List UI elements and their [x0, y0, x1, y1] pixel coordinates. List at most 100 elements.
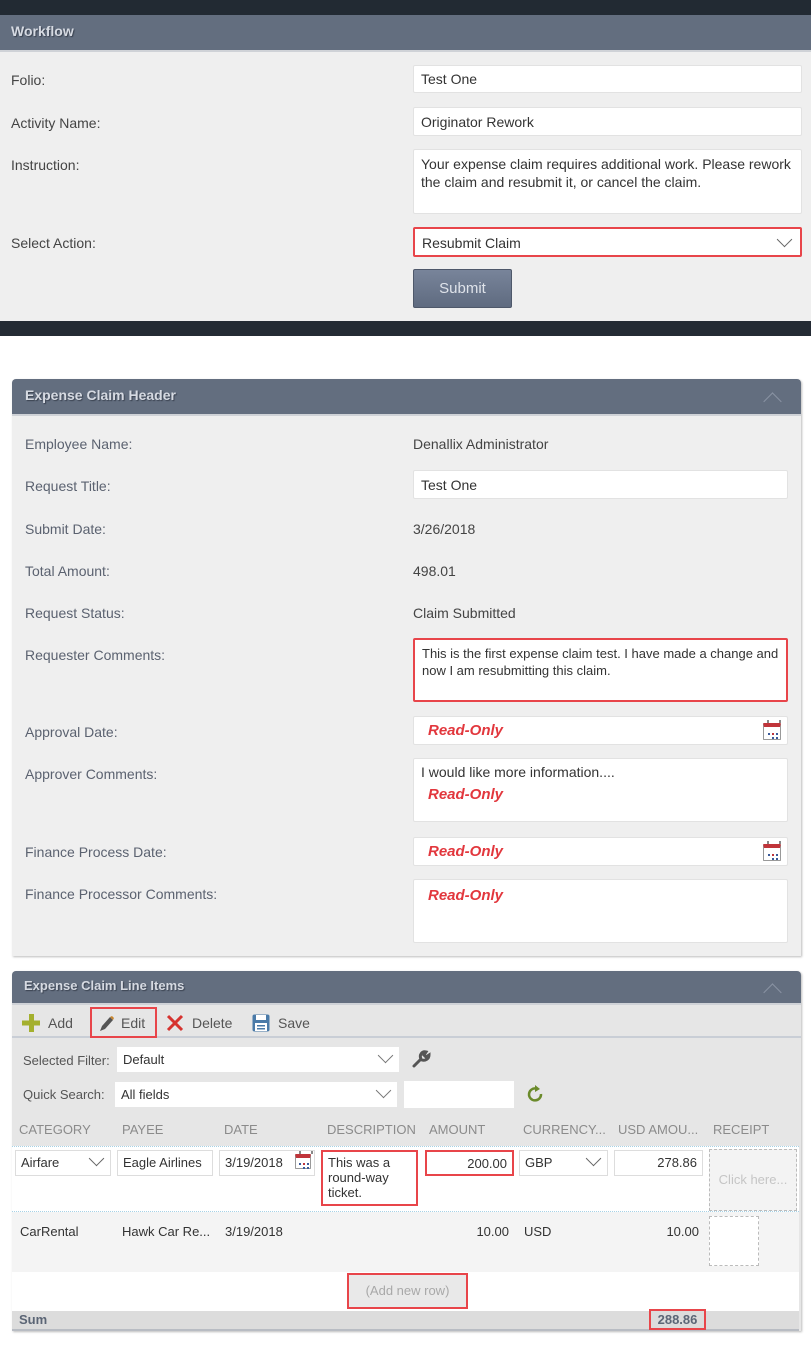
usd-amount-cell: 10.00 [666, 1224, 699, 1239]
chevron-down-icon [585, 1150, 602, 1167]
category-cell: CarRental [20, 1224, 79, 1239]
pencil-icon [100, 1016, 114, 1031]
finance-process-date-label: Finance Process Date: [25, 844, 167, 860]
category-value: Airfare [21, 1155, 60, 1170]
save-label: Save [278, 1015, 310, 1031]
description-field[interactable]: This was a round-way ticket. [321, 1150, 418, 1206]
usd-amount-field[interactable]: 278.86 [614, 1150, 703, 1176]
refresh-icon[interactable] [526, 1085, 546, 1105]
delete-label: Delete [192, 1015, 233, 1031]
selected-filter-dropdown[interactable]: Default [117, 1047, 399, 1072]
payee-cell: Hawk Car Re... [122, 1224, 211, 1239]
line-items-title: Expense Claim Line Items [12, 971, 801, 1005]
approval-date-readonly: Read-Only [428, 722, 504, 739]
employee-name-value: Denallix Administrator [413, 436, 549, 452]
calendar-icon[interactable] [763, 841, 781, 861]
edit-button[interactable]: Edit [90, 1007, 157, 1038]
plus-icon [22, 1014, 40, 1032]
chevron-down-icon [776, 231, 793, 248]
collapse-icon[interactable] [763, 392, 782, 411]
request-title-label: Request Title: [25, 478, 111, 494]
header-panel-title: Expense Claim Header [12, 379, 801, 416]
column-header-receipt[interactable]: RECEIPT [713, 1122, 769, 1137]
receipt-upload[interactable]: Click here... [709, 1149, 797, 1211]
request-title-field[interactable]: Test One [413, 470, 788, 499]
sum-row: Sum 288.86 [12, 1309, 799, 1331]
approver-comments-field: I would like more information.... Read-O… [413, 758, 788, 822]
top-dark-bar [0, 0, 811, 16]
amount-cell: 10.00 [476, 1224, 509, 1239]
submit-date-label: Submit Date: [25, 521, 106, 537]
sum-label: Sum [19, 1312, 48, 1327]
receipt-thumbnail[interactable] [709, 1216, 759, 1266]
activity-name-field[interactable]: Originator Rework [413, 107, 802, 136]
line-items-toolbar: Add Edit Delete Save [12, 1006, 801, 1038]
sum-value: 288.86 [649, 1309, 706, 1330]
currency-value: GBP [525, 1155, 553, 1170]
workflow-panel: Workflow Folio: Test One Activity Name: … [0, 15, 811, 321]
calendar-icon[interactable] [763, 720, 781, 740]
approver-comments-readonly: Read-Only [428, 786, 504, 803]
chevron-down-icon [377, 1047, 394, 1064]
total-amount-label: Total Amount: [25, 563, 110, 579]
finance-process-date-field: Read-Only [413, 837, 788, 866]
save-button[interactable]: Save [252, 1010, 312, 1036]
column-header-description[interactable]: DESCRIPTION [327, 1122, 416, 1137]
approver-comments-value: I would like more information.... [421, 764, 615, 780]
selected-filter-value: Default [123, 1052, 165, 1067]
date-value: 3/19/2018 [225, 1155, 283, 1170]
column-header-usd-amount[interactable]: USD AMOU... [618, 1122, 698, 1137]
separator-bar [0, 321, 811, 336]
folio-field[interactable]: Test One [413, 65, 802, 93]
request-status-label: Request Status: [25, 605, 125, 621]
select-action-value: Resubmit Claim [422, 235, 521, 251]
folio-label: Folio: [11, 72, 46, 88]
approver-comments-label: Approver Comments: [25, 766, 158, 782]
date-cell: 3/19/2018 [225, 1224, 283, 1239]
category-dropdown[interactable]: Airfare [15, 1150, 111, 1176]
collapse-icon[interactable] [763, 983, 782, 1002]
table-row[interactable]: Airfare Eagle Airlines 3/19/2018 This wa… [12, 1146, 799, 1212]
wrench-icon[interactable] [411, 1049, 431, 1069]
finance-processor-comments-field: Read-Only [413, 879, 788, 943]
header-panel-title-text: Expense Claim Header [25, 387, 176, 403]
quick-search-input[interactable] [404, 1081, 514, 1108]
request-status-value: Claim Submitted [413, 605, 516, 621]
submit-button[interactable]: Submit [413, 269, 512, 308]
quick-search-field-dropdown[interactable]: All fields [115, 1082, 397, 1107]
select-action-label: Select Action: [11, 235, 96, 251]
chevron-down-icon [375, 1082, 392, 1099]
add-new-row-button[interactable]: (Add new row) [347, 1273, 468, 1309]
selected-filter-label: Selected Filter: [23, 1053, 110, 1068]
approval-date-label: Approval Date: [25, 724, 118, 740]
table-row[interactable]: CarRental Hawk Car Re... 3/19/2018 10.00… [12, 1212, 799, 1272]
instruction-field[interactable]: Your expense claim requires additional w… [413, 149, 802, 214]
column-header-payee[interactable]: PAYEE [122, 1122, 163, 1137]
expense-claim-header-panel: Expense Claim Header Employee Name: Dena… [12, 379, 801, 956]
requester-comments-label: Requester Comments: [25, 647, 166, 663]
quick-search-label: Quick Search: [23, 1087, 105, 1102]
column-header-category[interactable]: CATEGORY [19, 1122, 91, 1137]
column-header-amount[interactable]: AMOUNT [429, 1122, 485, 1137]
save-disk-icon [252, 1014, 270, 1032]
requester-comments-field[interactable]: This is the first expense claim test. I … [413, 638, 788, 702]
add-button[interactable]: Add [22, 1010, 78, 1036]
edit-label: Edit [121, 1015, 146, 1031]
column-header-currency[interactable]: CURRENCY... [523, 1122, 606, 1137]
delete-x-icon [166, 1014, 184, 1032]
quick-search-field-value: All fields [121, 1087, 170, 1102]
currency-dropdown[interactable]: GBP [519, 1150, 608, 1176]
finance-process-date-readonly: Read-Only [428, 843, 504, 860]
amount-field[interactable]: 200.00 [425, 1150, 514, 1176]
calendar-icon[interactable] [295, 1151, 313, 1169]
column-header-date[interactable]: DATE [224, 1122, 258, 1137]
select-action-dropdown[interactable]: Resubmit Claim [413, 227, 802, 257]
delete-button[interactable]: Delete [166, 1010, 232, 1036]
employee-name-label: Employee Name: [25, 436, 133, 452]
currency-cell: USD [524, 1224, 552, 1239]
workflow-title: Workflow [0, 15, 811, 52]
instruction-label: Instruction: [11, 157, 80, 173]
date-field[interactable]: 3/19/2018 [219, 1150, 315, 1176]
payee-field[interactable]: Eagle Airlines [117, 1150, 213, 1176]
activity-name-label: Activity Name: [11, 115, 101, 131]
